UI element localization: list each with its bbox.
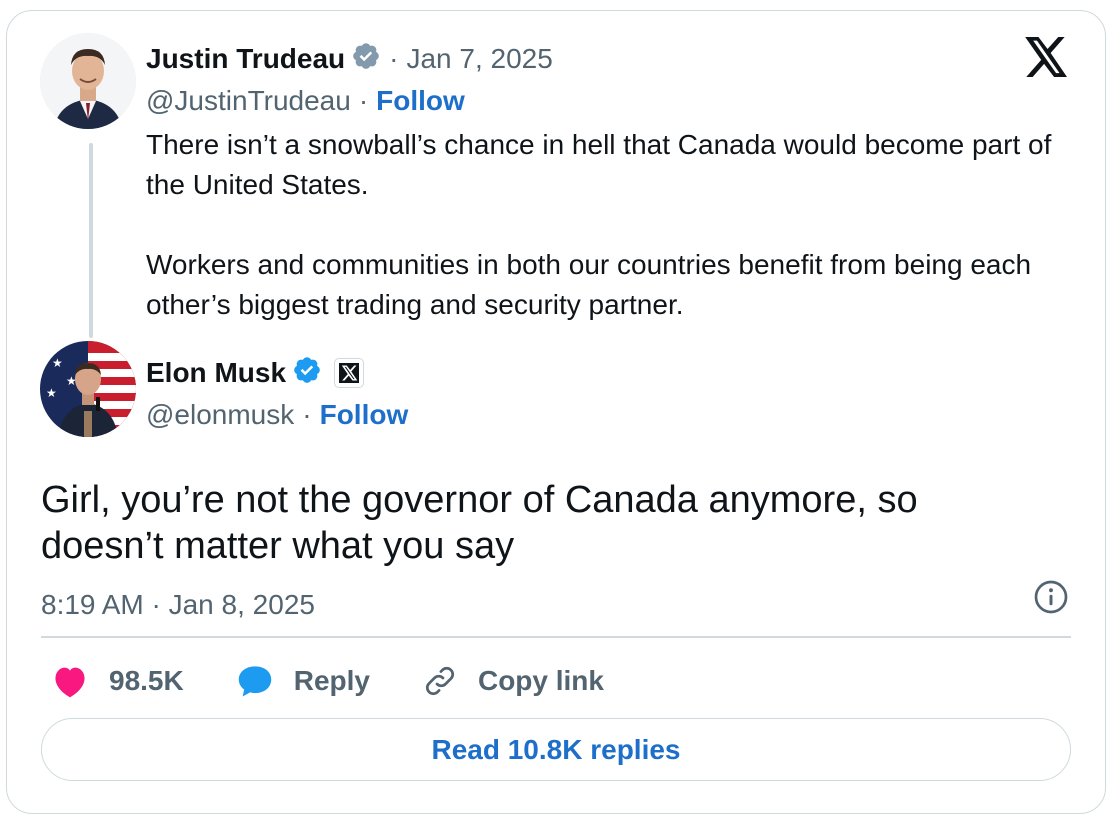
read-replies-button[interactable]: Read 10.8K replies xyxy=(41,718,1071,781)
like-button[interactable]: 98.5K xyxy=(51,664,184,698)
tweet-timestamp[interactable]: 8:19 AM · Jan 8, 2025 xyxy=(41,589,315,621)
copy-link-label: Copy link xyxy=(477,665,604,696)
separator-dot: · xyxy=(389,42,399,74)
author-row: Elon Musk xyxy=(146,355,365,390)
separator-dot: · xyxy=(302,399,312,430)
author-handle[interactable]: @elonmusk xyxy=(146,399,294,431)
divider xyxy=(41,636,1071,638)
parent-tweet-text: There isn’t a snowball’s chance in hell … xyxy=(146,125,1086,325)
x-affiliate-badge-icon[interactable] xyxy=(334,357,365,388)
copy-link-button[interactable]: Copy link xyxy=(422,663,604,699)
gray-verified-icon xyxy=(351,41,381,76)
handle-row: @elonmusk · Follow xyxy=(146,399,408,431)
reply-label: Reply xyxy=(293,665,370,696)
speech-bubble-icon xyxy=(238,666,271,697)
thread-connector-line xyxy=(89,143,93,338)
x-logo-icon[interactable] xyxy=(1025,37,1069,82)
parent-paragraph-1: There isn’t a snowball’s chance in hell … xyxy=(146,129,1052,200)
parent-author-row: Justin Trudeau · Jan 7, 2025 xyxy=(146,41,553,76)
separator-dot: · xyxy=(358,85,369,116)
blue-verified-icon xyxy=(292,355,322,390)
like-count: 98.5K xyxy=(109,665,184,696)
action-bar: 98.5K Reply Copy link xyxy=(51,663,656,699)
author-name[interactable]: Elon Musk xyxy=(146,357,286,389)
heart-icon xyxy=(55,667,85,698)
reply-button[interactable]: Reply xyxy=(236,664,370,698)
avatar-elon-musk[interactable]: ★ ★ ★ xyxy=(40,341,136,437)
svg-text:★: ★ xyxy=(52,356,63,370)
parent-paragraph-2: Workers and communities in both our coun… xyxy=(146,249,1032,320)
parent-handle-row: @JustinTrudeau · Follow xyxy=(146,85,465,117)
avatar-justin-trudeau[interactable] xyxy=(40,33,136,129)
parent-handle[interactable]: @JustinTrudeau xyxy=(146,85,351,117)
parent-author-name[interactable]: Justin Trudeau xyxy=(146,43,345,75)
link-icon xyxy=(425,667,454,695)
tweet-text: Girl, you’re not the governor of Canada … xyxy=(41,479,918,567)
svg-text:★: ★ xyxy=(46,386,57,400)
info-icon[interactable] xyxy=(1033,579,1069,620)
follow-button[interactable]: Follow xyxy=(320,399,409,431)
embedded-tweet-card: Justin Trudeau · Jan 7, 2025 @JustinTrud… xyxy=(6,10,1106,814)
parent-date[interactable]: Jan 7, 2025 xyxy=(406,43,552,75)
follow-parent-button[interactable]: Follow xyxy=(376,85,465,117)
